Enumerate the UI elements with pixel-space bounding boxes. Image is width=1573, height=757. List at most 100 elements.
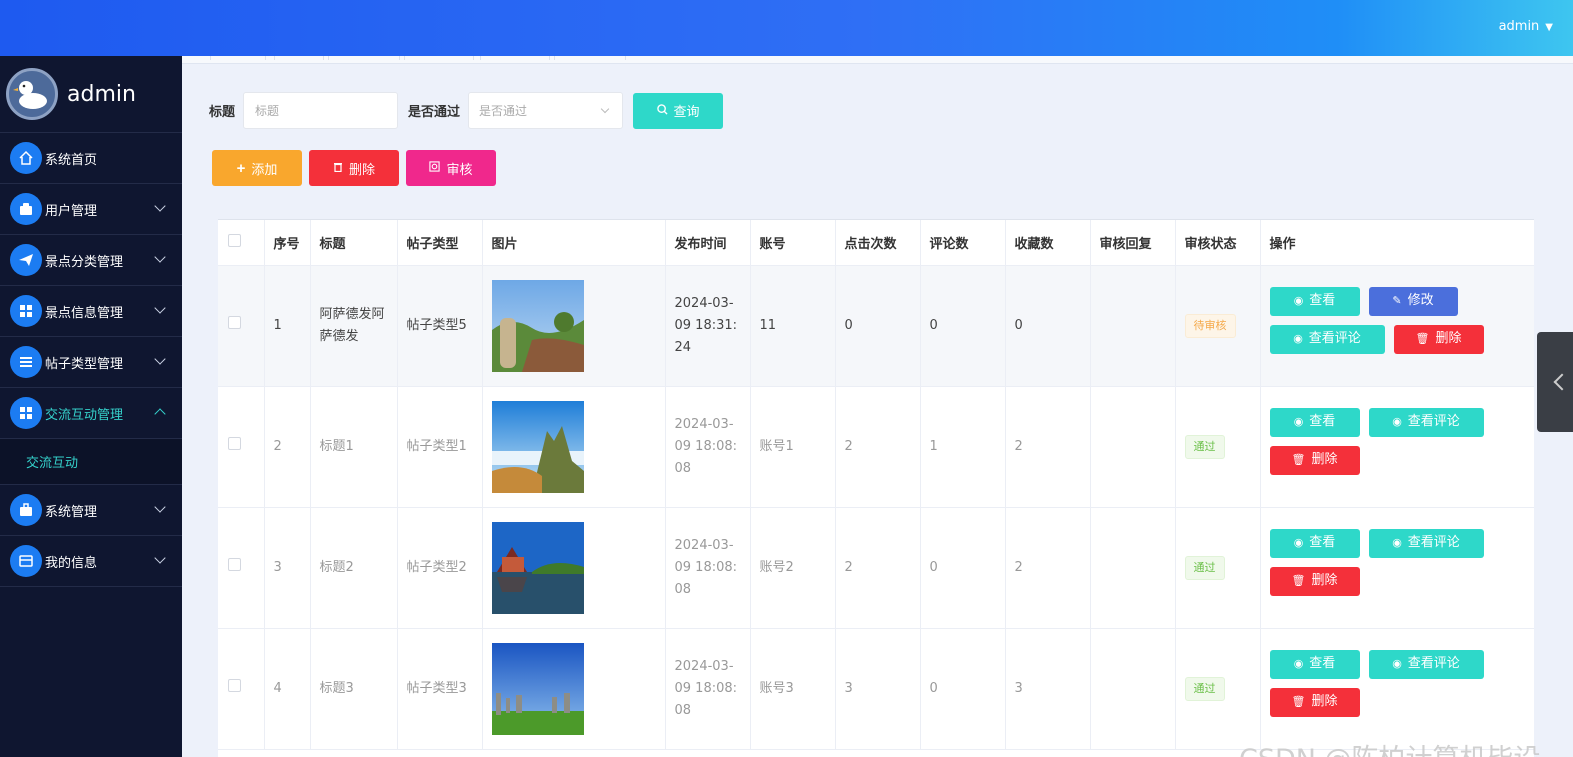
sidebar-brand: admin bbox=[0, 56, 182, 133]
batch-delete-button[interactable]: 删除 bbox=[309, 150, 399, 186]
title-search-input[interactable]: 标题 bbox=[243, 92, 399, 129]
sidebar-item-home[interactable]: 系统首页 bbox=[0, 133, 182, 184]
view-comments-button[interactable]: ◉ 查看评论 bbox=[1269, 324, 1385, 354]
view-comments-button[interactable]: ◉ 查看评论 bbox=[1368, 649, 1484, 679]
view-button[interactable]: ◉ 查看 bbox=[1269, 528, 1360, 558]
add-button[interactable]: + 添加 bbox=[212, 150, 302, 186]
row-checkbox[interactable] bbox=[228, 315, 241, 329]
search-icon bbox=[656, 103, 668, 118]
column-header: 发布时间 bbox=[665, 220, 751, 266]
chevron-down-icon bbox=[154, 501, 166, 513]
cell-ops: ◉ 查看 ◉ 查看评论 🗑 删除 bbox=[1260, 507, 1534, 629]
column-header: 序号 bbox=[264, 220, 311, 266]
sidebar-item-interaction[interactable]: 交流互动管理 bbox=[0, 388, 182, 439]
post-photo[interactable] bbox=[491, 279, 584, 372]
watermark: CSDN @陈柏计算机毕设 bbox=[1239, 737, 1541, 757]
select-all-cell[interactable] bbox=[218, 220, 265, 266]
cell-title: 标题3 bbox=[310, 628, 398, 750]
column-header: 账号 bbox=[750, 220, 836, 266]
send-icon bbox=[10, 244, 42, 276]
chevron-up-icon bbox=[154, 408, 166, 420]
sidebar-item-category[interactable]: 景点分类管理 bbox=[0, 235, 182, 286]
post-photo[interactable] bbox=[491, 400, 584, 493]
cell-title: 标题2 bbox=[310, 507, 398, 629]
sidebar-item-my-info[interactable]: 我的信息 bbox=[0, 536, 182, 587]
sidebar-item-system[interactable]: 系统管理 bbox=[0, 485, 182, 536]
eye-icon: ◉ bbox=[1293, 536, 1304, 549]
post-photo[interactable] bbox=[491, 642, 584, 735]
row-checkbox[interactable] bbox=[228, 436, 241, 450]
cell-image bbox=[482, 386, 666, 508]
cell-clicks: 2 bbox=[835, 507, 921, 629]
cell-image bbox=[482, 265, 666, 387]
view-button[interactable]: ◉ 查看 bbox=[1269, 649, 1360, 679]
delete-button[interactable]: 🗑 删除 bbox=[1269, 566, 1360, 596]
trash-icon: 🗑 bbox=[1291, 695, 1306, 708]
view-button[interactable]: ◉ 查看 bbox=[1269, 286, 1360, 316]
cell-type: 帖子类型5 bbox=[397, 265, 483, 387]
audit-button-label: 审核 bbox=[446, 161, 473, 177]
query-button-label: 查询 bbox=[673, 104, 700, 119]
view-comments-label: 查看评论 bbox=[1308, 331, 1361, 346]
post-photo[interactable] bbox=[491, 521, 584, 614]
view-comments-label: 查看评论 bbox=[1407, 414, 1460, 429]
duck-logo-icon bbox=[13, 81, 47, 109]
cell-comments: 1 bbox=[920, 386, 1006, 508]
cell-type: 帖子类型1 bbox=[397, 386, 483, 508]
column-header: 图片 bbox=[482, 220, 666, 266]
cell-account: 账号1 bbox=[750, 386, 836, 508]
select-all-checkbox[interactable] bbox=[228, 233, 241, 247]
cell-ops: ◉ 查看 ◉ 查看评论 🗑 删除 bbox=[1260, 386, 1534, 508]
cell-status: 通过 bbox=[1175, 386, 1261, 508]
query-button[interactable]: 查询 bbox=[633, 92, 724, 129]
column-header: 审核状态 bbox=[1175, 220, 1261, 266]
cell-time: 2024-03-09 18:31:24 bbox=[665, 265, 751, 387]
eye-icon: ◉ bbox=[1293, 415, 1304, 428]
eye-icon: ◉ bbox=[1293, 332, 1303, 345]
pass-filter-select[interactable]: 是否通过 bbox=[468, 92, 624, 129]
cell-title: 标题1 bbox=[310, 386, 398, 508]
view-comments-button[interactable]: ◉ 查看评论 bbox=[1368, 407, 1484, 437]
column-header: 标题 bbox=[310, 220, 398, 266]
delete-button[interactable]: 🗑 删除 bbox=[1393, 324, 1484, 354]
view-comments-label: 查看评论 bbox=[1407, 656, 1460, 671]
trash-icon: 🗑 bbox=[1415, 332, 1430, 345]
wallet-icon bbox=[10, 193, 42, 225]
view-comments-button[interactable]: ◉ 查看评论 bbox=[1368, 528, 1484, 558]
cell-clicks: 2 bbox=[835, 386, 921, 508]
eye-icon: ◉ bbox=[1392, 415, 1402, 428]
collapse-panel-handle[interactable] bbox=[1537, 332, 1573, 432]
sidebar-item-label: 景点信息管理 bbox=[45, 305, 124, 321]
user-name: admin bbox=[1498, 19, 1540, 34]
home-icon bbox=[10, 142, 42, 174]
audit-button[interactable]: 审核 bbox=[406, 150, 496, 186]
column-header: 操作 bbox=[1260, 220, 1534, 266]
status-badge: 通过 bbox=[1184, 434, 1225, 459]
column-header: 评论数 bbox=[920, 220, 1006, 266]
table-header: 序号 标题 帖子类型 图片 发布时间 账号 点击次数 评论数 收藏数 审核回复 … bbox=[218, 220, 1534, 266]
sidebar-subitem-interaction[interactable]: 交流互动 bbox=[0, 439, 182, 485]
sidebar-item-label: 用户管理 bbox=[45, 203, 98, 219]
column-header: 收藏数 bbox=[1005, 220, 1091, 266]
edit-button[interactable]: ✎ 修改 bbox=[1368, 286, 1458, 316]
trash-icon: 🗑 bbox=[1291, 574, 1306, 587]
sidebar: admin 系统首页 用户管理 景点分类管理 景点信息管理 帖子类型管理 交流互… bbox=[0, 56, 182, 757]
eye-icon: ◉ bbox=[1293, 294, 1304, 307]
sidebar-item-post-type[interactable]: 帖子类型管理 bbox=[0, 337, 182, 388]
main-content: 标题 标题 是否通过 是否通过 查询 + 添加 删除 审核 序号 标题 帖子类型… bbox=[182, 56, 1573, 757]
chevron-down-icon bbox=[154, 200, 166, 212]
sidebar-item-scenic-info[interactable]: 景点信息管理 bbox=[0, 286, 182, 337]
row-checkbox[interactable] bbox=[228, 678, 241, 692]
row-checkbox[interactable] bbox=[228, 557, 241, 571]
title-filter-label: 标题 bbox=[209, 105, 236, 120]
cell-clicks: 0 bbox=[835, 265, 921, 387]
cell-time: 2024-03-09 18:08:08 bbox=[665, 386, 751, 508]
view-button[interactable]: ◉ 查看 bbox=[1269, 407, 1360, 437]
chevron-down-icon bbox=[154, 302, 166, 314]
cell-comments: 0 bbox=[920, 507, 1006, 629]
delete-button[interactable]: 🗑 删除 bbox=[1269, 445, 1360, 475]
user-menu[interactable]: admin ▼ bbox=[1499, 19, 1553, 34]
eye-icon: ◉ bbox=[1293, 657, 1304, 670]
sidebar-item-users[interactable]: 用户管理 bbox=[0, 184, 182, 235]
delete-button[interactable]: 🗑 删除 bbox=[1269, 687, 1360, 717]
